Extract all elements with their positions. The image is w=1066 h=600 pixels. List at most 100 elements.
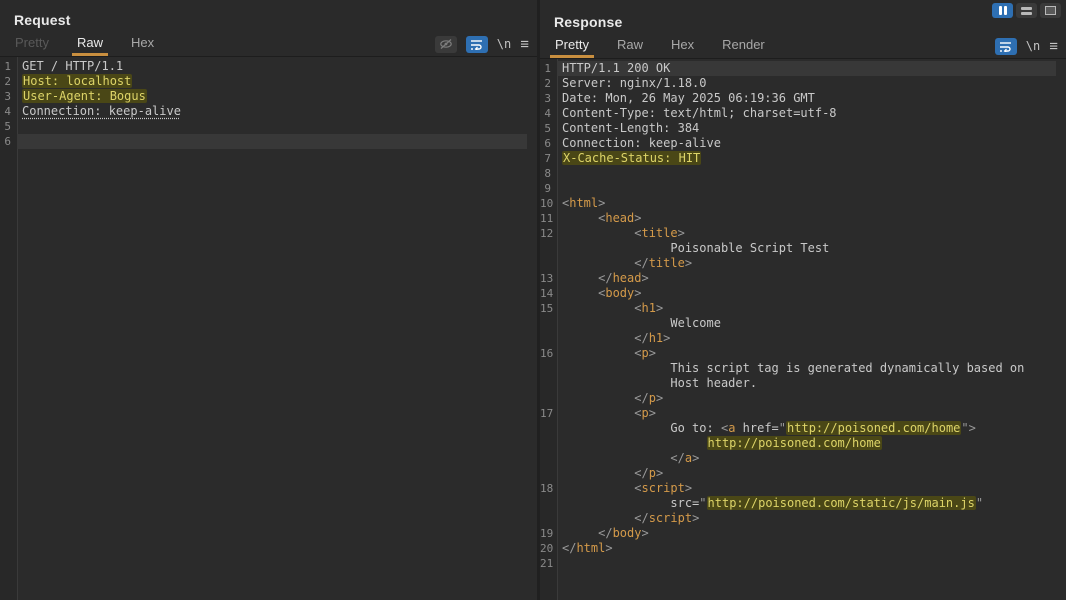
code-row: This script tag is generated dynamically… [540,361,1056,376]
code-row: 2Host: localhost [0,74,527,89]
code-line [557,181,1056,196]
code-row: 12 <title> [540,226,1056,241]
tab-raw[interactable]: Raw [612,34,648,58]
request-panel: Request PrettyRawHex [0,0,537,600]
menu-icon[interactable]: ≡ [520,37,529,52]
code-row: 11 <head> [540,211,1056,226]
line-number [540,361,557,376]
code-line: </title> [557,256,1056,271]
line-number: 4 [540,106,557,121]
code-line: </h1> [557,331,1056,346]
code-line: http://poisoned.com/home [557,436,1056,451]
request-editor[interactable]: 1GET / HTTP/1.12Host: localhost3User-Age… [0,56,537,600]
menu-icon[interactable]: ≡ [1049,39,1058,54]
response-panel-title: Response [540,0,1066,34]
newline-icon[interactable]: \n [1026,39,1040,53]
code-row: 4Connection: keep-alive [0,104,527,119]
code-row: Poisonable Script Test [540,241,1056,256]
code-row: 5 [0,119,527,134]
code-line: Server: nginx/1.18.0 [557,76,1056,91]
code-line: HTTP/1.1 200 OK [557,61,1056,76]
word-wrap-icon[interactable] [995,38,1017,55]
code-line: </a> [557,451,1056,466]
line-number [540,241,557,256]
columns-layout-icon[interactable] [992,3,1013,18]
code-row: 9 [540,181,1056,196]
tab-render[interactable]: Render [717,34,770,58]
tab-pretty[interactable]: Pretty [550,34,594,58]
word-wrap-icon[interactable] [466,36,488,53]
code-line: <html> [557,196,1056,211]
code-line: Poisonable Script Test [557,241,1056,256]
line-number: 7 [540,151,557,166]
code-line: Content-Length: 384 [557,121,1056,136]
line-number: 15 [540,301,557,316]
code-line [17,134,527,149]
response-editor[interactable]: 1HTTP/1.1 200 OK2Server: nginx/1.18.03Da… [540,58,1066,600]
code-row: 15 <h1> [540,301,1056,316]
line-number [540,316,557,331]
editor-rows: 1HTTP/1.1 200 OK2Server: nginx/1.18.03Da… [540,59,1066,571]
tab-bar: PrettyRawHex \n [0,32,537,56]
tab-hex[interactable]: Hex [666,34,699,58]
code-row: 2Server: nginx/1.18.0 [540,76,1056,91]
code-row: 1HTTP/1.1 200 OK [540,61,1056,76]
code-line: </head> [557,271,1056,286]
code-line: <h1> [557,301,1056,316]
code-row: 1GET / HTTP/1.1 [0,59,527,74]
code-line: <title> [557,226,1056,241]
code-line: Connection: keep-alive [17,104,527,119]
line-number [540,256,557,271]
eye-off-icon[interactable] [435,36,457,53]
code-line: Host header. [557,376,1056,391]
line-number: 18 [540,481,557,496]
code-row: 6 [0,134,527,149]
code-row: 3Date: Mon, 26 May 2025 06:19:36 GMT [540,91,1056,106]
code-row: </p> [540,466,1056,481]
code-row: Welcome [540,316,1056,331]
line-number [540,466,557,481]
newline-icon[interactable]: \n [497,37,511,51]
code-row: 3User-Agent: Bogus [0,89,527,104]
line-number [540,391,557,406]
code-row: </title> [540,256,1056,271]
code-row: </h1> [540,331,1056,346]
line-number: 17 [540,406,557,421]
code-line: Connection: keep-alive [557,136,1056,151]
code-row: 10<html> [540,196,1056,211]
code-row: 17 <p> [540,406,1056,421]
line-number: 14 [540,286,557,301]
line-number: 2 [0,74,17,89]
line-number: 1 [0,59,17,74]
code-row: 18 <script> [540,481,1056,496]
code-row: 5Content-Length: 384 [540,121,1056,136]
code-line: </script> [557,511,1056,526]
code-row: Host header. [540,376,1056,391]
line-number: 10 [540,196,557,211]
code-line [557,166,1056,181]
line-number: 19 [540,526,557,541]
code-row: 8 [540,166,1056,181]
code-line: This script tag is generated dynamically… [557,361,1056,376]
code-row: </p> [540,391,1056,406]
code-row: 13 </head> [540,271,1056,286]
line-number: 3 [540,91,557,106]
line-number: 6 [540,136,557,151]
code-line: Date: Mon, 26 May 2025 06:19:36 GMT [557,91,1056,106]
code-line: </p> [557,391,1056,406]
line-number: 16 [540,346,557,361]
code-line: <body> [557,286,1056,301]
code-row: src="http://poisoned.com/static/js/main.… [540,496,1056,511]
code-line: GET / HTTP/1.1 [17,59,527,74]
rows-layout-icon[interactable] [1016,3,1037,18]
line-number: 21 [540,556,557,571]
code-row: </a> [540,451,1056,466]
line-number: 6 [0,134,17,149]
tab-raw[interactable]: Raw [72,32,108,56]
code-row: 19 </body> [540,526,1056,541]
tab-hex[interactable]: Hex [126,32,159,56]
code-row: </script> [540,511,1056,526]
tabs-layout-icon[interactable] [1040,3,1061,18]
code-line: </p> [557,466,1056,481]
code-row: Go to: <a href="http://poisoned.com/home… [540,421,1056,436]
